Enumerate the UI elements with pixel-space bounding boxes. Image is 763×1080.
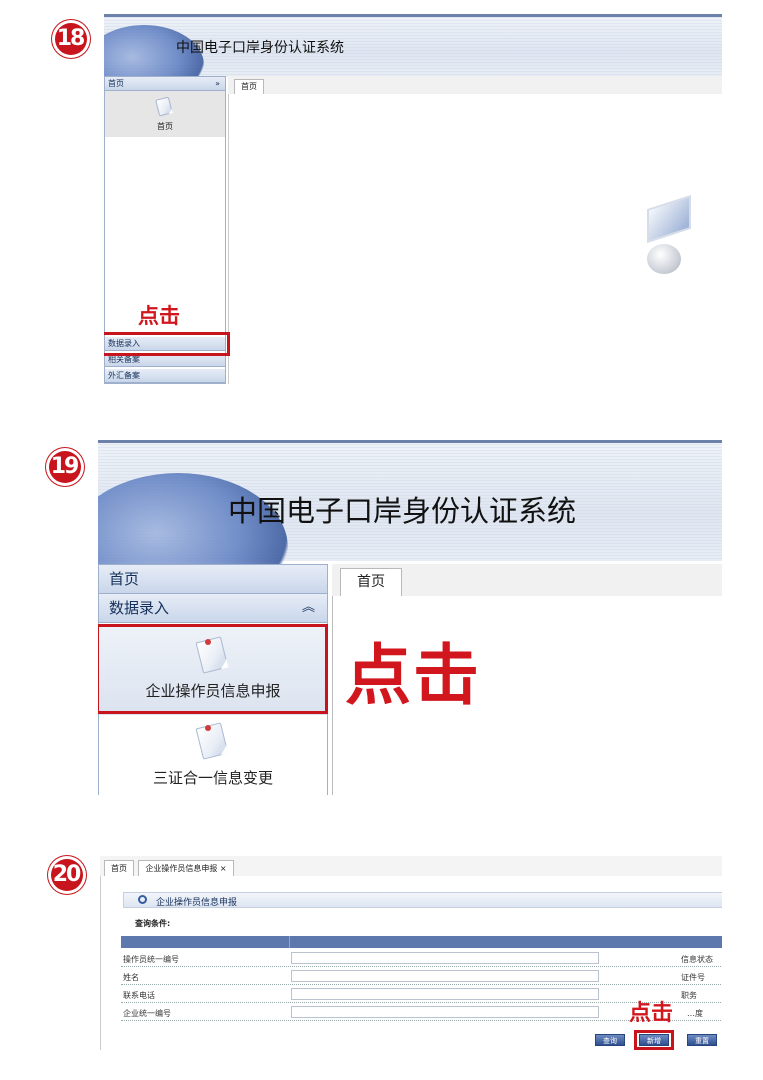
step-19-badge: 19 xyxy=(46,448,84,486)
sidebar-header-data-entry[interactable]: 数据录入 ︽ xyxy=(99,594,327,623)
sidebar-header-label: 首页 xyxy=(108,79,124,88)
name-input[interactable] xyxy=(291,970,599,982)
double-chevron-up-icon[interactable]: ︽ xyxy=(302,594,315,622)
tab-bar: 首页 xyxy=(332,564,722,597)
highlight-box xyxy=(104,332,230,356)
panel-header: 企业操作员信息申报 xyxy=(123,892,722,908)
sidebar-header-home[interactable]: 首页 xyxy=(99,565,327,594)
pin-icon xyxy=(205,725,211,731)
sidebar-item-three-cert[interactable]: 三证合一信息变更 xyxy=(99,717,327,795)
highlight-box xyxy=(98,624,328,714)
sidebar-header-home[interactable]: 首页 » xyxy=(105,77,225,91)
label-phone: 联系电话 xyxy=(123,991,155,1000)
document-icon xyxy=(195,722,229,760)
app-title: 中国电子口岸身份认证系统 xyxy=(176,40,344,56)
step-20-badge: 20 xyxy=(48,856,86,894)
sidebar-item-home[interactable]: 首页 xyxy=(105,91,225,137)
click-label: 点击 xyxy=(345,637,481,714)
click-label: 点击 xyxy=(629,1001,674,1026)
tab-operator-report[interactable]: 企业操作员信息申报 × xyxy=(138,860,234,876)
query-table-header xyxy=(121,936,722,948)
highlight-box xyxy=(634,1030,674,1050)
label-id-number: 证件号 xyxy=(681,973,705,982)
tab-bar: 首页 企业操作员信息申报 × xyxy=(100,856,722,877)
sidebar-item-label: 首页 xyxy=(157,122,173,131)
collapse-icon[interactable]: » xyxy=(215,77,225,90)
enterprise-id-input[interactable] xyxy=(291,1006,599,1018)
reset-button[interactable]: 重置 xyxy=(687,1034,717,1046)
row-divider xyxy=(121,984,722,985)
phone-input[interactable] xyxy=(291,988,599,1000)
label-position: 职务 xyxy=(681,991,697,1000)
step-18-badge: 18 xyxy=(52,20,90,58)
label-operator-id: 操作员统一编号 xyxy=(123,955,179,964)
tab-home[interactable]: 首页 xyxy=(340,568,402,596)
banner: 中国电子口岸身份认证系统 xyxy=(98,440,722,623)
app-title: 中国电子口岸身份认证系统 xyxy=(228,494,577,528)
query-label: 查询条件: xyxy=(135,919,171,928)
row-divider xyxy=(121,966,722,967)
computer-base-icon xyxy=(647,244,681,274)
label-info-status: 信息状态 xyxy=(681,955,713,964)
click-label: 点击 xyxy=(138,304,180,328)
tab-bar: 首页 xyxy=(228,76,722,95)
header-divider xyxy=(289,936,290,948)
sidebar-header-label: 数据录入 xyxy=(109,599,170,617)
step-19-screenshot: 中国电子口岸身份认证系统 首页 数据录入 ︽ 企业操作员信息申报 三证合一信息变… xyxy=(98,440,722,795)
operator-id-input[interactable] xyxy=(291,952,599,964)
main-content xyxy=(228,94,722,384)
document-icon xyxy=(155,96,173,117)
banner: 中国电子口岸身份认证系统 xyxy=(104,14,722,105)
computer-monitor-icon xyxy=(647,194,691,244)
query-button[interactable]: 查询 xyxy=(595,1034,625,1046)
sidebar-item-label: 三证合一信息变更 xyxy=(152,769,273,787)
sidebar-menu-forex-filing[interactable]: 外汇备案 xyxy=(105,369,225,383)
panel-title: 企业操作员信息申报 xyxy=(156,898,238,908)
label-enterprise-id: 企业统一编号 xyxy=(123,1009,171,1018)
step-18-screenshot: 中国电子口岸身份认证系统 首页 » 首页 数据录入 相关备案 外汇备案 首页 xyxy=(104,14,722,384)
label-name: 姓名 xyxy=(123,973,139,982)
tab-home[interactable]: 首页 xyxy=(234,79,264,94)
refresh-icon xyxy=(138,895,147,904)
label-extra: …度 xyxy=(687,1009,703,1018)
tab-home[interactable]: 首页 xyxy=(104,860,134,876)
